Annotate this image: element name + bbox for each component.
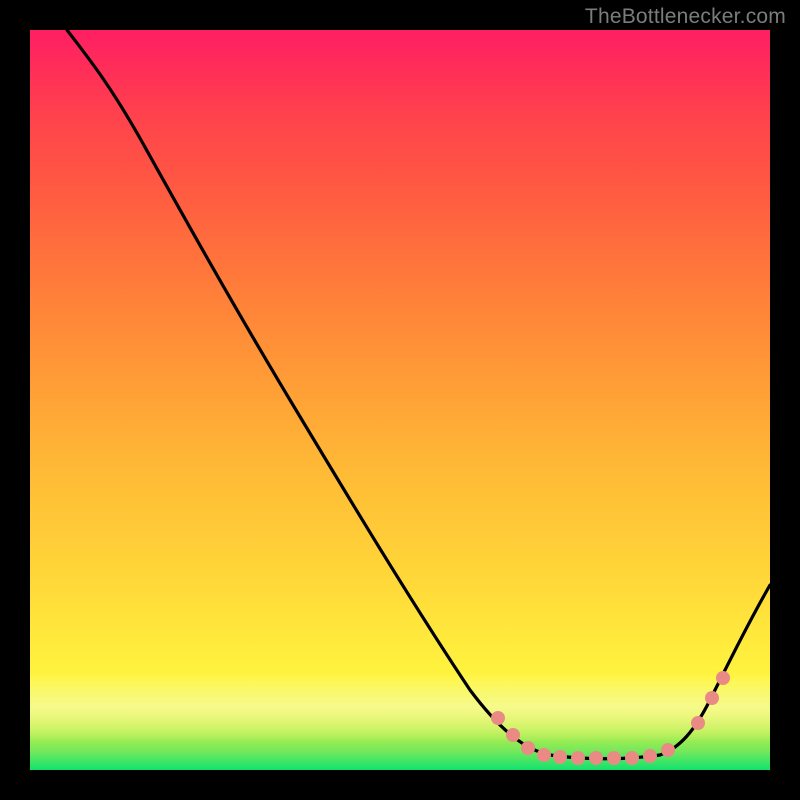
marker-dot	[521, 741, 535, 755]
marker-group	[491, 671, 730, 765]
chart-container: TheBottlenecker.com	[0, 0, 800, 800]
marker-dot	[571, 751, 585, 765]
marker-dot	[537, 748, 551, 762]
marker-dot	[691, 716, 705, 730]
marker-dot	[625, 751, 639, 765]
marker-dot	[716, 671, 730, 685]
attribution-text: TheBottlenecker.com	[585, 5, 786, 29]
curve-svg	[30, 30, 770, 770]
marker-dot	[491, 711, 505, 725]
marker-dot	[643, 749, 657, 763]
marker-dot	[506, 728, 520, 742]
marker-dot	[705, 691, 719, 705]
marker-dot	[661, 743, 675, 757]
marker-dot	[607, 751, 621, 765]
marker-dot	[589, 751, 603, 765]
marker-dot	[553, 750, 567, 764]
plot-area	[30, 30, 770, 770]
bottleneck-curve-path	[67, 30, 770, 759]
